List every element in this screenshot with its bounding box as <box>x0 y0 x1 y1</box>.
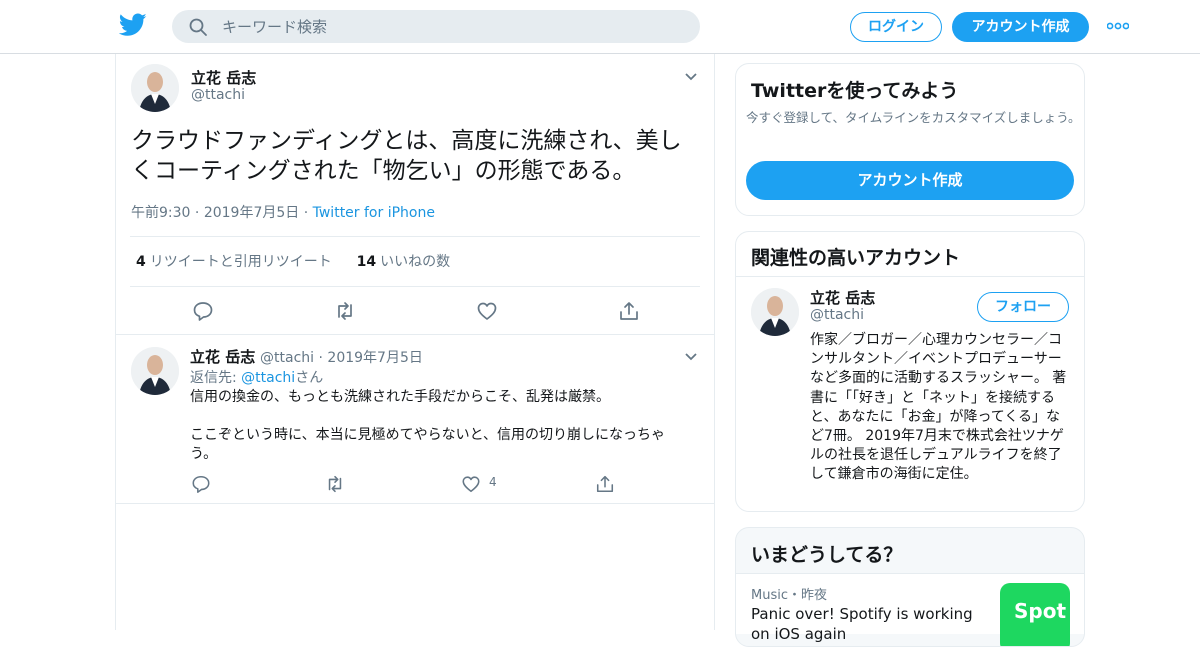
like-heart-icon[interactable] <box>476 300 498 322</box>
related-accounts-card: 関連性の高いアカウント 立花 岳志 @ttachi フォロー 作家／ブロガー／心… <box>735 231 1085 512</box>
author-name[interactable]: 立花 岳志 <box>190 348 255 366</box>
author-name[interactable]: 立花 岳志 <box>191 67 256 88</box>
related-header: 関連性の高いアカウント <box>736 232 1084 277</box>
reply-text-line2: ここぞという時に、本当に見極めてやらないと、信用の切り崩しになっちゃう。 <box>190 427 666 462</box>
divider <box>130 236 700 237</box>
likes-label: いいねの数 <box>380 254 451 270</box>
avatar[interactable] <box>131 64 179 112</box>
tweet-time[interactable]: 午前9:30 <box>131 205 190 221</box>
signup-card: Twitterを使ってみよう 今すぐ登録して、タイムラインをカスタマイズしましょ… <box>735 63 1085 216</box>
search-box[interactable] <box>172 10 700 43</box>
sidebar-signup-button[interactable]: アカウント作成 <box>746 161 1074 200</box>
twitter-bird-icon[interactable] <box>119 13 147 37</box>
retweets-label: リツイートと引用リツイート <box>149 254 332 270</box>
reply-tweet[interactable]: 立花 岳志 @ttachi · 2019年7月5日 返信先: @ttachiさん… <box>116 334 714 504</box>
tweet-source-link[interactable]: Twitter for iPhone <box>313 205 435 221</box>
like-heart-icon[interactable] <box>461 474 481 494</box>
reply-to-handle-link[interactable]: @ttachi <box>241 370 295 386</box>
login-button[interactable]: ログイン <box>850 12 942 42</box>
avatar[interactable] <box>131 347 179 395</box>
top-bar: ログイン アカウント作成 <box>0 0 1200 54</box>
tweet-text: クラウドファンディングとは、高度に洗練され、美しくコーティングされた「物乞い」の… <box>131 128 682 184</box>
author-photo <box>131 347 179 395</box>
related-account[interactable]: 立花 岳志 @ttachi フォロー 作家／ブロガー／心理カウンセラー／コンサル… <box>736 277 1084 511</box>
search-input[interactable] <box>222 10 682 43</box>
retweets-count: 4 <box>136 254 146 270</box>
reply-header: 立花 岳志 @ttachi · 2019年7月5日 <box>190 348 423 366</box>
account-bio: 作家／ブロガー／心理カウンセラー／コンサルタント／イベントプロデューサーなど多面… <box>810 332 1067 483</box>
replying-to: 返信先: @ttachiさん <box>190 370 324 386</box>
reply-date[interactable]: 2019年7月5日 <box>327 350 422 366</box>
trends-header: いまどうしてる？ <box>736 528 1084 574</box>
trends-card: いまどうしてる？ Music・昨夜 Panic over! Spotify is… <box>735 527 1085 647</box>
trend-image-text: Spot <box>1014 599 1067 623</box>
retweet-icon[interactable] <box>325 474 345 494</box>
tweet-timestamp: 午前9:30 · 2019年7月5日 · Twitter for iPhone <box>131 205 435 221</box>
tweet-date[interactable]: 2019年7月5日 <box>204 205 299 221</box>
account-handle[interactable]: @ttachi <box>810 307 864 323</box>
signup-card-title: Twitterを使ってみよう <box>751 80 959 102</box>
retweet-icon[interactable] <box>334 300 356 322</box>
trend-thumbnail[interactable]: Spot <box>1000 583 1070 646</box>
reply-icon[interactable] <box>191 474 211 494</box>
avatar[interactable] <box>751 288 799 336</box>
author-photo <box>131 64 179 112</box>
trend-headline[interactable]: Panic over! Spotify is working on iOS ag… <box>751 604 981 644</box>
signup-button[interactable]: アカウント作成 <box>952 12 1089 42</box>
divider <box>130 286 700 287</box>
signup-card-subtitle: 今すぐ登録して、タイムラインをカスタマイズしましょう。 <box>746 110 1081 125</box>
trends-title: いまどうしてる？ <box>751 544 903 566</box>
reply-text-line1: 信用の換金の、もっとも洗練された手段だからこそ、乱発は厳禁。 <box>190 389 610 405</box>
chevron-down-icon[interactable] <box>684 352 698 362</box>
share-icon[interactable] <box>595 474 615 494</box>
follow-button[interactable]: フォロー <box>977 292 1069 322</box>
share-icon[interactable] <box>618 300 640 322</box>
author-handle[interactable]: @ttachi <box>191 87 245 103</box>
reply-icon[interactable] <box>192 300 214 322</box>
trend-category: Music・昨夜 <box>751 588 827 603</box>
reply-like-count: 4 <box>489 475 497 489</box>
likes-stat[interactable]: 14 いいねの数 <box>357 254 450 270</box>
retweets-stat[interactable]: 4 リツイートと引用リツイート <box>136 254 332 270</box>
likes-count: 14 <box>356 254 377 270</box>
search-icon <box>189 18 207 36</box>
author-handle[interactable]: @ttachi <box>260 350 314 366</box>
tweet-column: 立花 岳志 @ttachi クラウドファンディングとは、高度に洗練され、美しくコ… <box>115 54 715 630</box>
chevron-down-icon[interactable] <box>684 72 698 82</box>
account-photo <box>751 288 799 336</box>
trend-item[interactable]: Music・昨夜 Panic over! Spotify is working … <box>736 574 1084 646</box>
related-title: 関連性の高いアカウント <box>751 247 961 269</box>
more-options-icon[interactable] <box>1107 22 1129 30</box>
account-name[interactable]: 立花 岳志 <box>810 287 875 308</box>
tweet-stats: 4 リツイートと引用リツイート 14 いいねの数 <box>136 251 450 271</box>
